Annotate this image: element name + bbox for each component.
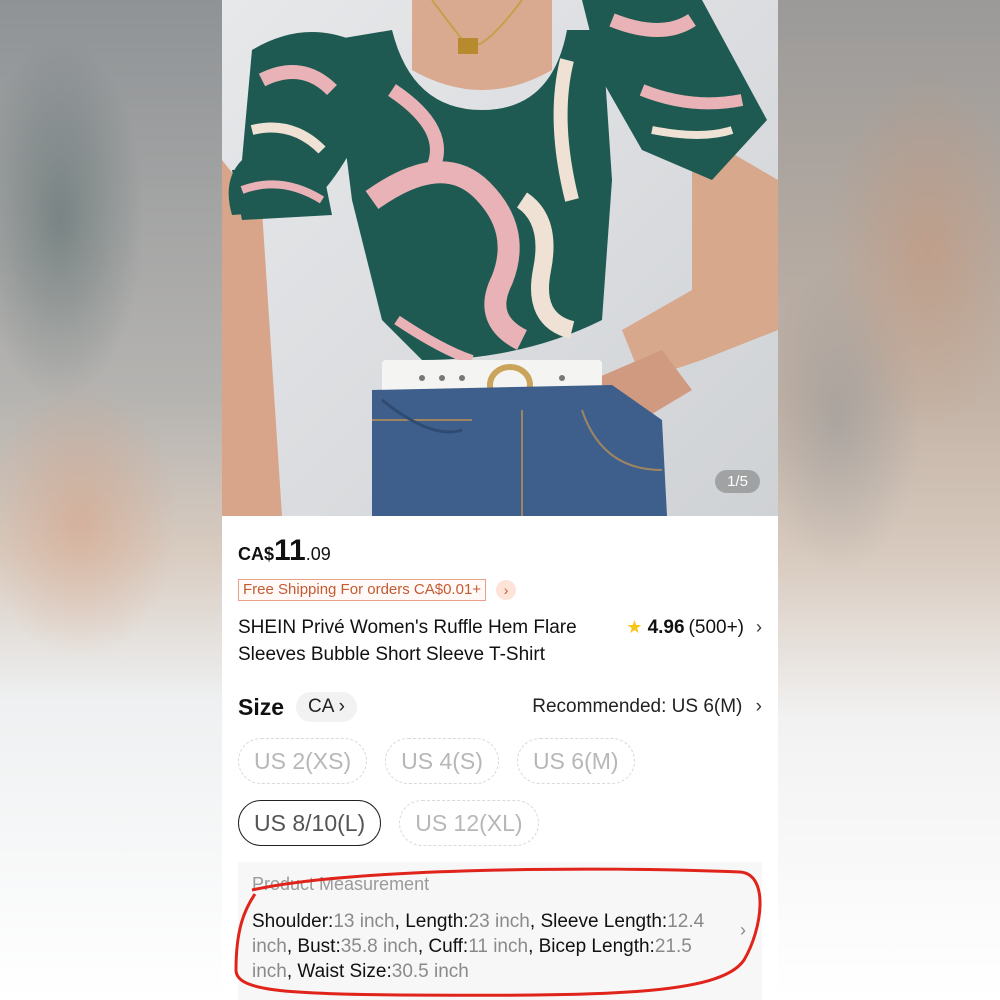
- measure-label: Shoulder:: [252, 911, 334, 932]
- product-image[interactable]: 1/5: [222, 0, 778, 516]
- chevron-right-icon: ›: [755, 696, 762, 717]
- product-info: CA$ 11 .09 Free Shipping For orders CA$0…: [222, 534, 778, 846]
- size-option[interactable]: US 6(M): [516, 738, 635, 784]
- shipping-row[interactable]: Free Shipping For orders CA$0.01+ ›: [238, 578, 762, 602]
- size-option[interactable]: US 12(XL): [399, 800, 539, 846]
- price-decimal: .09: [305, 544, 331, 564]
- chevron-right-icon[interactable]: ›: [496, 580, 517, 600]
- blurred-background-left: [0, 0, 222, 1000]
- measure-value: 13 inch: [333, 911, 395, 932]
- size-left: Size CA ›: [238, 692, 357, 722]
- image-counter: 1/5: [715, 470, 760, 493]
- product-photo: [222, 0, 778, 516]
- measure-label: Sleeve Length:: [540, 911, 668, 932]
- chevron-right-icon[interactable]: ›: [756, 617, 762, 638]
- free-shipping-tag[interactable]: Free Shipping For orders CA$0.01+: [238, 579, 487, 601]
- measure-value: 35.8 inch: [340, 936, 418, 957]
- price: CA$ 11 .09: [238, 534, 762, 568]
- product-page: 1/5 CA$ 11 .09 Free Shipping For orders …: [222, 0, 778, 1000]
- star-icon: ★: [626, 617, 643, 637]
- product-measurement[interactable]: Product Measurement Shoulder:13 inch, Le…: [238, 862, 762, 1000]
- size-label: Size: [238, 693, 285, 720]
- measurement-title: Product Measurement: [252, 874, 430, 894]
- measurement-details: Shoulder:13 inch, Length:23 inch, Sleeve…: [252, 911, 705, 982]
- size-region-label: CA: [308, 696, 334, 717]
- title-row: SHEIN Privé Women's Ruffle Hem Flare Sle…: [238, 614, 762, 668]
- size-option[interactable]: US 4(S): [385, 738, 499, 784]
- measure-value: 30.5 inch: [391, 961, 469, 982]
- review-count: (500+): [688, 616, 744, 638]
- measure-label: Cuff:: [428, 936, 469, 957]
- product-title: SHEIN Privé Women's Ruffle Hem Flare Sle…: [238, 617, 577, 665]
- rating-score: 4.96: [647, 616, 685, 638]
- measure-value: 23 inch: [468, 911, 530, 932]
- price-integer: 11: [274, 534, 306, 567]
- chevron-right-icon[interactable]: ›: [740, 920, 746, 941]
- size-region-selector[interactable]: CA ›: [296, 692, 357, 722]
- price-currency: CA$: [238, 544, 275, 564]
- chevron-right-icon: ›: [338, 696, 345, 717]
- rating-summary[interactable]: ★ 4.96 (500+) ›: [626, 614, 762, 641]
- size-option-selected[interactable]: US 8/10(L): [238, 800, 382, 846]
- recommended-size-label: Recommended: US 6(M): [532, 696, 743, 717]
- size-options: US 2(XS) US 4(S) US 6(M) US 8/10(L) US 1…: [238, 738, 658, 846]
- measure-label: Waist Size:: [297, 961, 392, 982]
- blurred-background-right: [778, 0, 1000, 1000]
- size-header: Size CA › Recommended: US 6(M) ›: [238, 690, 762, 724]
- recommended-size[interactable]: Recommended: US 6(M) ›: [532, 696, 762, 718]
- measure-value: 11 inch: [468, 936, 529, 957]
- measure-label: Bust:: [297, 936, 341, 957]
- size-option[interactable]: US 2(XS): [238, 738, 368, 784]
- measure-label: Bicep Length:: [538, 936, 655, 957]
- measure-label: Length:: [405, 911, 469, 932]
